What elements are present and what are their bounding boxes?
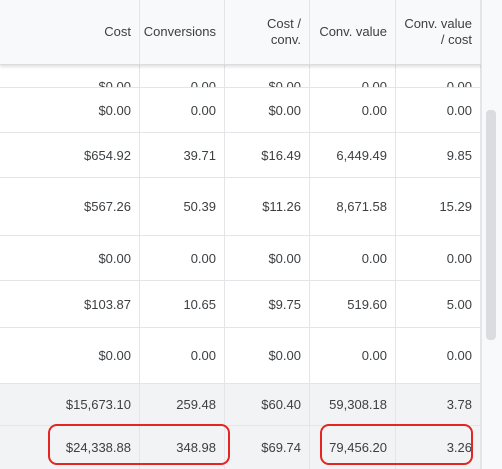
scrollbar-thumb[interactable] (486, 110, 496, 340)
cell-cost-per-conv: $0.00 (225, 236, 310, 280)
report-table: Cost Conversions Cost / conv. Conv. valu… (0, 0, 502, 469)
cell-conv-value: 519.60 (310, 281, 396, 327)
column-header-conv-value-per-cost[interactable]: Conv. value / cost (396, 0, 481, 64)
column-header-cost-per-conv[interactable]: Cost / conv. (225, 0, 310, 64)
cell-cost-per-conv: $0.00 (225, 88, 310, 132)
cell-conv-value: 0.00 (310, 328, 396, 383)
cell-cost: $0.00 (0, 236, 140, 280)
cell-conv-value: 0.00 (310, 88, 396, 132)
cell-conversions: 50.39 (140, 178, 225, 235)
highlight-annotation (48, 424, 230, 465)
cell-cost: $0.00 (0, 88, 140, 132)
total-conv-value: 59,308.18 (310, 384, 396, 425)
highlight-annotation (320, 424, 473, 465)
cell-conv-value-per-cost: 9.85 (396, 133, 481, 177)
cell-conv-value-per-cost: 5.00 (396, 281, 481, 327)
cell-cost-per-conv: $9.75 (225, 281, 310, 327)
cell-conv-value-per-cost: 15.29 (396, 178, 481, 235)
cell-conversions: 0.00 (140, 88, 225, 132)
cell-conversions: 39.71 (140, 133, 225, 177)
table-row[interactable]: $0.00 0.00 $0.00 0.00 0.00 (0, 328, 502, 384)
column-header-conversions[interactable]: Conversions (140, 0, 225, 64)
cell-cost-per-conv: $11.26 (225, 178, 310, 235)
table-row[interactable]: $654.92 39.71 $16.49 6,449.49 9.85 (0, 133, 502, 178)
cell-cost: $0.00 (0, 328, 140, 383)
total-conversions: 259.48 (140, 384, 225, 425)
cell-conv-value-per-cost: 0.00 (396, 328, 481, 383)
cell-cost: $654.92 (0, 133, 140, 177)
total-cost-per-conv: $60.40 (225, 384, 310, 425)
cell-conv-value: 0.00 (310, 236, 396, 280)
table-header: Cost Conversions Cost / conv. Conv. valu… (0, 0, 502, 65)
cell-cost-per-conv: $16.49 (225, 133, 310, 177)
total-row: $15,673.10 259.48 $60.40 59,308.18 3.78 (0, 384, 502, 426)
cell-cost: $567.26 (0, 178, 140, 235)
table-row[interactable]: $567.26 50.39 $11.26 8,671.58 15.29 (0, 178, 502, 236)
cell-conv-value-per-cost: 0.00 (396, 236, 481, 280)
cell-conv-value: 8,671.58 (310, 178, 396, 235)
cell-conversions: 0.00 (140, 328, 225, 383)
column-header-conv-value[interactable]: Conv. value (310, 0, 396, 64)
total-conv-value-per-cost: 3.78 (396, 384, 481, 425)
total-cost: $15,673.10 (0, 384, 140, 425)
table-row[interactable]: $103.87 10.65 $9.75 519.60 5.00 (0, 281, 502, 328)
cell-cost-per-conv: $0.00 (225, 328, 310, 383)
cell-conv-value: 6,449.49 (310, 133, 396, 177)
cell-conv-value-per-cost: 0.00 (396, 88, 481, 132)
table-row[interactable]: $0.00 0.00 $0.00 0.00 0.00 (0, 88, 502, 133)
cell-conversions: 0.00 (140, 236, 225, 280)
column-header-cost[interactable]: Cost (0, 0, 140, 64)
cell-conversions: 10.65 (140, 281, 225, 327)
cell-cost: $103.87 (0, 281, 140, 327)
table-row[interactable]: $0.00 0.00 $0.00 0.00 0.00 (0, 236, 502, 281)
total-cost-per-conv: $69.74 (225, 426, 310, 469)
